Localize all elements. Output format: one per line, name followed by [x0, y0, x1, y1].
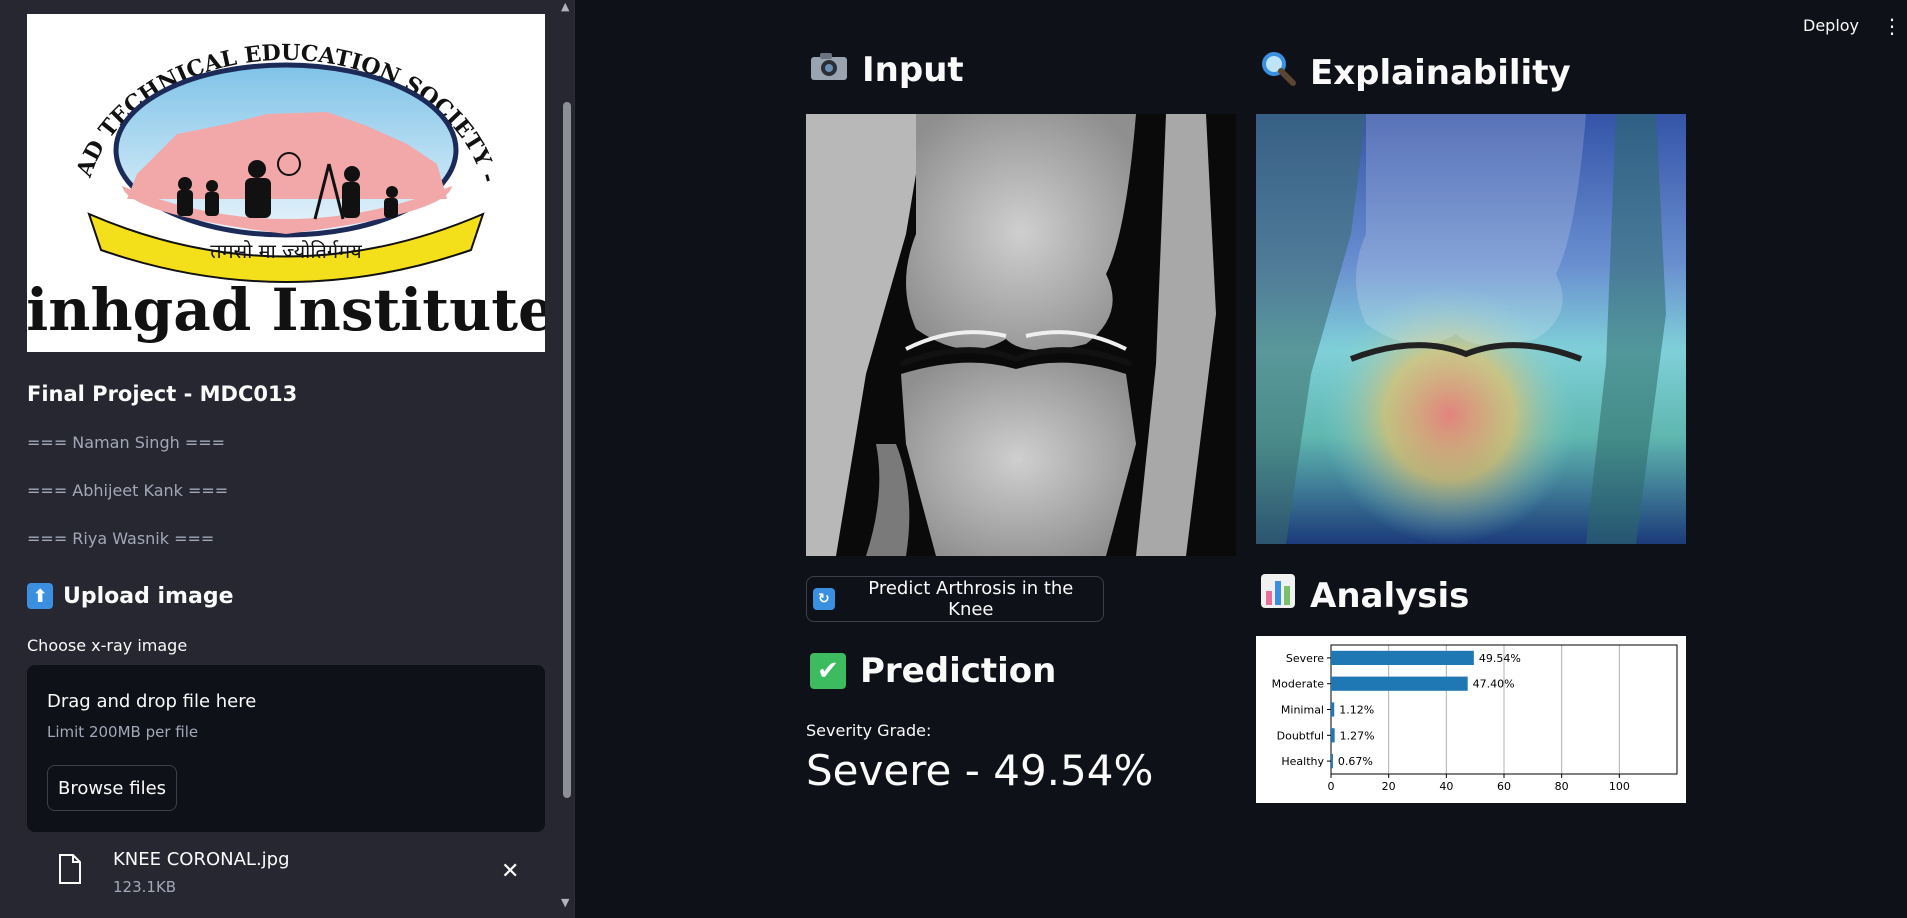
kebab-menu-icon[interactable]: ⋮	[1882, 14, 1902, 38]
prediction-heading-label: Prediction	[860, 651, 1057, 691]
dropzone-text: Drag and drop file here	[47, 691, 257, 712]
explainability-heading-label: Explainability	[1310, 52, 1571, 93]
explainability-heading: Explainability	[1260, 50, 1571, 95]
close-icon[interactable]: ✕	[501, 859, 519, 884]
project-title: Final Project - MDC013	[27, 382, 298, 406]
member-name: === Naman Singh ===	[27, 433, 226, 452]
x-tick-label: 40	[1439, 780, 1453, 793]
analysis-chart: Severe 49.54% Moderate 47.40% Minimal 1.12% Do…	[1256, 636, 1686, 803]
data-label: 1.12%	[1339, 704, 1374, 717]
member-name: === Abhijeet Kank ===	[27, 481, 229, 500]
sidebar: SINHGAD TECHNICAL EDUCATION SOCIETY - PU…	[0, 0, 560, 918]
logo-banner-text: तमसो मा ज्योतिर्गमय	[210, 239, 362, 263]
bar	[1331, 650, 1474, 665]
severity-value: Severe - 49.54%	[806, 746, 1154, 795]
logo-name-text: Sinhgad Institutes	[27, 276, 545, 344]
predict-button[interactable]: ↻ Predict Arthrosis in the Knee	[806, 576, 1104, 622]
data-label: 49.54%	[1479, 652, 1521, 665]
input-xray-image	[806, 114, 1236, 556]
y-tick-label: Minimal	[1281, 704, 1324, 717]
camera-icon	[810, 50, 848, 90]
x-tick-label: 80	[1555, 780, 1569, 793]
data-label: 47.40%	[1473, 678, 1515, 691]
bar	[1331, 702, 1335, 717]
upload-heading-label: Upload image	[63, 583, 234, 609]
sidebar-divider	[574, 0, 575, 918]
severity-label: Severity Grade:	[806, 721, 932, 740]
y-tick-label: Doubtful	[1277, 729, 1324, 742]
scrollbar-thumb[interactable]	[563, 102, 571, 798]
x-tick-label: 0	[1328, 780, 1335, 793]
uploaded-file-row: KNEE CORONAL.jpg 123.1KB ✕	[27, 845, 545, 905]
browse-files-button[interactable]: Browse files	[47, 765, 177, 811]
y-tick-label: Healthy	[1281, 755, 1324, 768]
refresh-icon: ↻	[813, 588, 835, 610]
data-label: 1.27%	[1340, 729, 1375, 742]
institute-logo: SINHGAD TECHNICAL EDUCATION SOCIETY - PU…	[27, 14, 545, 352]
file-name: KNEE CORONAL.jpg	[113, 849, 290, 870]
input-heading-label: Input	[862, 50, 964, 90]
bar	[1331, 754, 1333, 769]
x-tick-label: 60	[1497, 780, 1511, 793]
y-tick-label: Moderate	[1272, 678, 1325, 691]
member-name: === Riya Wasnik ===	[27, 529, 215, 548]
x-tick-label: 20	[1382, 780, 1396, 793]
prediction-heading: ✔ Prediction	[810, 651, 1056, 691]
bar	[1331, 728, 1335, 743]
dropzone-limit: Limit 200MB per file	[47, 723, 199, 741]
uploader-label: Choose x-ray image	[27, 636, 188, 655]
file-dropzone[interactable]: Drag and drop file here Limit 200MB per …	[27, 665, 545, 832]
scroll-up-icon[interactable]: ▲	[561, 0, 569, 13]
up-arrow-icon: ⬆	[27, 583, 53, 609]
analysis-heading-label: Analysis	[1310, 575, 1470, 616]
deploy-button[interactable]: Deploy	[1803, 16, 1859, 35]
data-label: 0.67%	[1338, 755, 1373, 768]
analysis-heading: Analysis	[1260, 573, 1469, 618]
x-tick-label: 100	[1609, 780, 1630, 793]
scroll-down-icon[interactable]: ▼	[561, 896, 569, 909]
check-mark-icon: ✔	[810, 653, 846, 689]
file-size: 123.1KB	[113, 878, 177, 896]
upload-heading: ⬆ Upload image	[27, 583, 234, 609]
explainability-heatmap-image	[1256, 114, 1686, 544]
predict-button-label: Predict Arthrosis in the Knee	[868, 578, 1074, 620]
bar	[1331, 676, 1468, 691]
bar-chart-icon	[1260, 573, 1296, 618]
input-heading: Input	[810, 50, 964, 90]
y-tick-label: Severe	[1286, 652, 1324, 665]
file-icon	[57, 853, 83, 889]
magnifier-icon	[1260, 50, 1296, 95]
